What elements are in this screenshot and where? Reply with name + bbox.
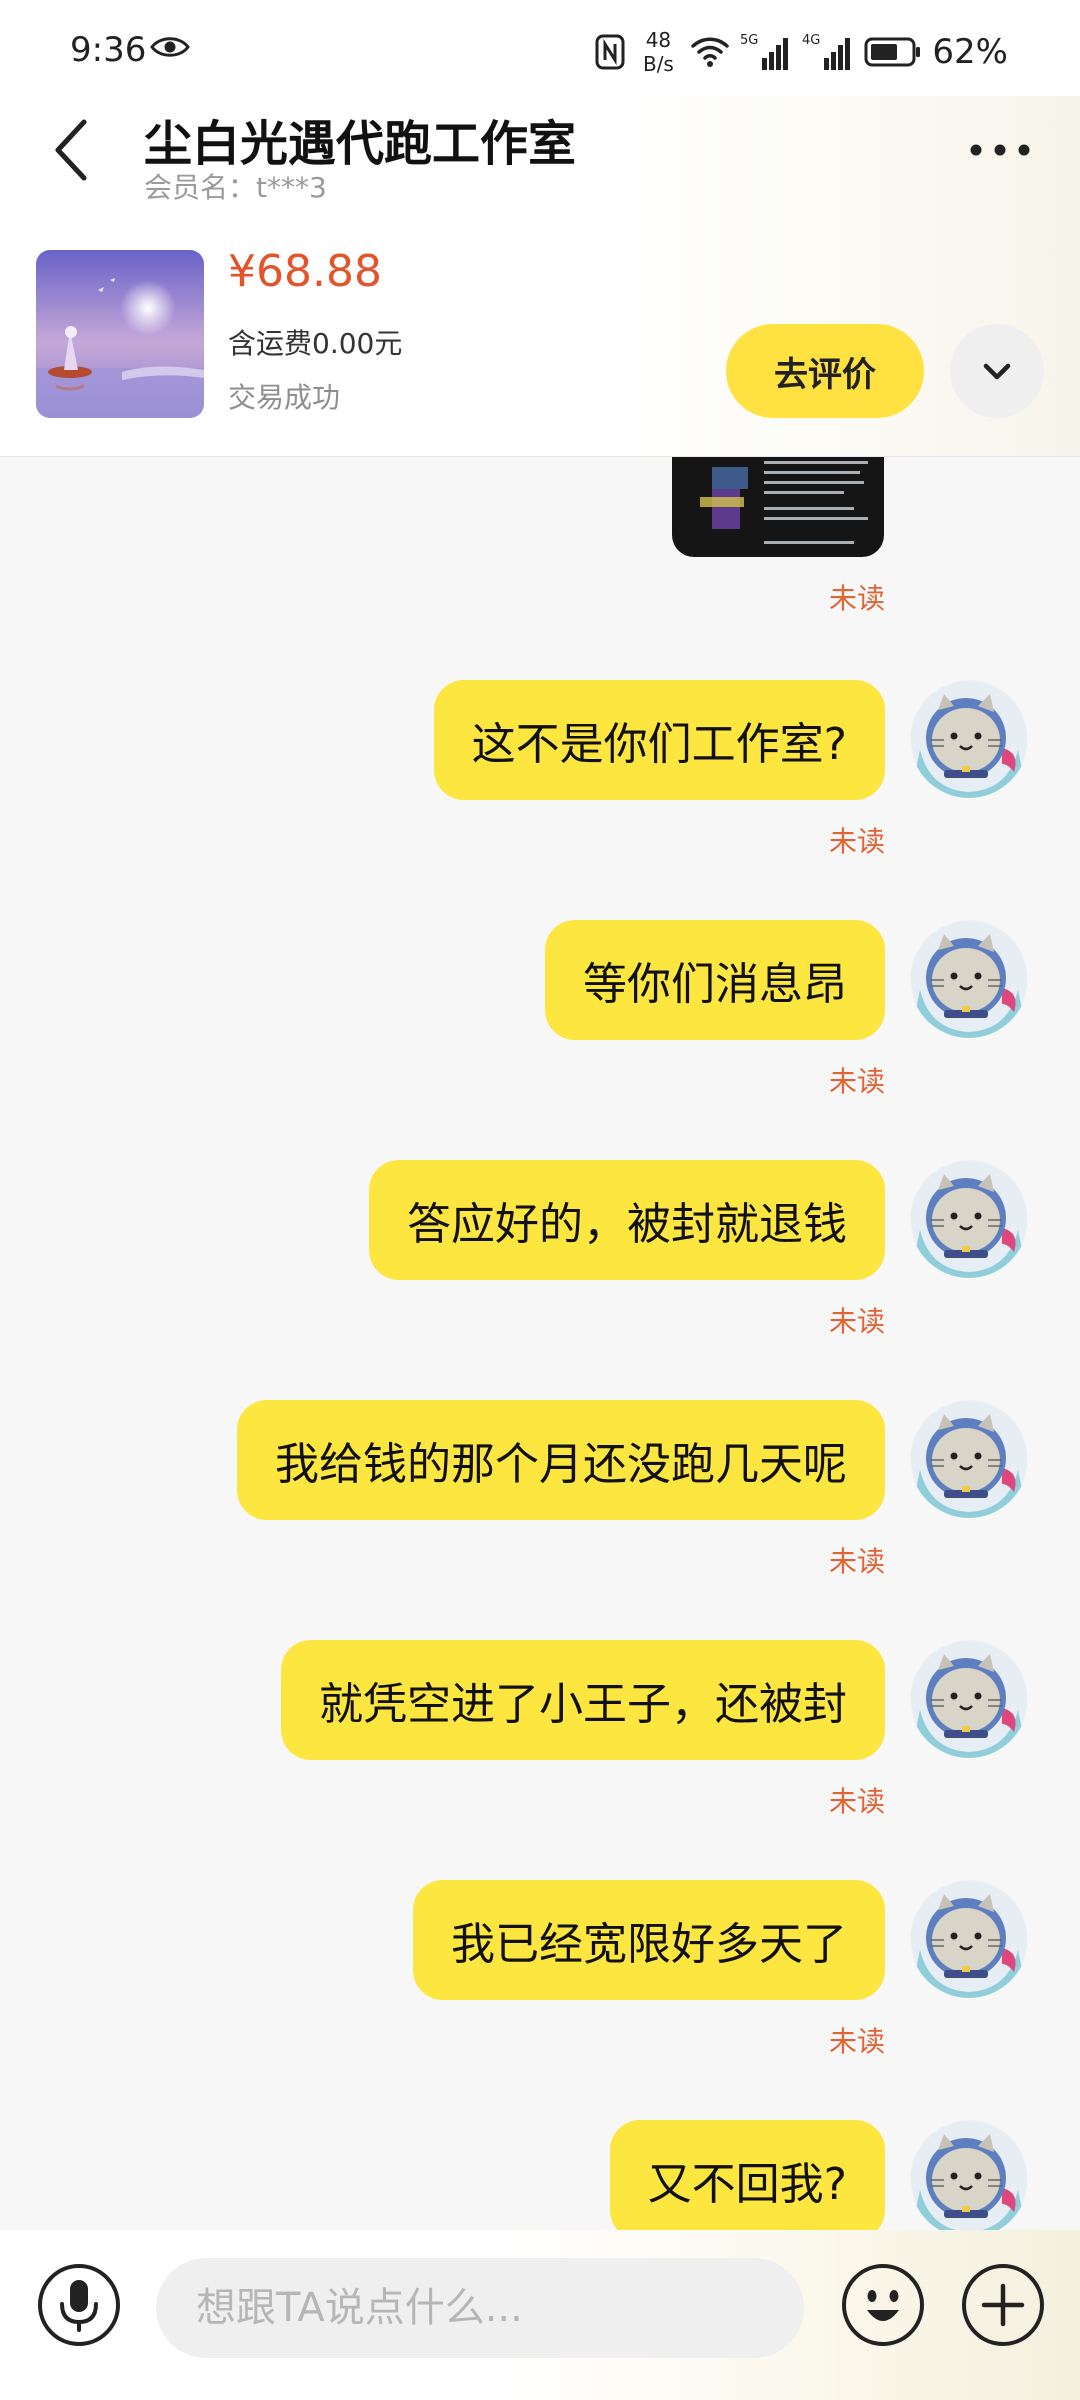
message-row: 这不是你们工作室? 未读 — [0, 680, 1080, 880]
battery-icon — [864, 37, 921, 67]
wifi-icon — [691, 37, 730, 67]
avatar[interactable] — [910, 1640, 1028, 1758]
member-name: 会员名：t***3 — [144, 171, 327, 204]
message-row: 等你们消息昂 未读 — [0, 920, 1080, 1120]
message-row: 我已经宽限好多天了 未读 — [0, 1880, 1080, 2080]
read-status: 未读 — [828, 1545, 885, 1578]
battery-percent: 62% — [932, 32, 1008, 72]
collapse-button[interactable] — [950, 324, 1044, 418]
message-bubble[interactable]: 等你们消息昂 — [545, 920, 885, 1040]
input-bar — [0, 2230, 1080, 2400]
message-bubble[interactable]: 答应好的，被封就退钱 — [369, 1160, 885, 1280]
status-right-group: 48 B/s 5G 4G 62% — [594, 24, 1008, 80]
microphone-icon[interactable] — [36, 2262, 122, 2348]
signal-1-label: 5G — [740, 33, 758, 48]
message-bubble[interactable]: 就凭空进了小王子，还被封 — [281, 1640, 885, 1760]
message-row: 答应好的，被封就退钱 未读 — [0, 1160, 1080, 1360]
signal-icon: 5G — [740, 33, 789, 70]
read-status: 未读 — [828, 825, 885, 858]
status-bar: 9:36 48 B/s 5G 4G 62% — [0, 0, 1080, 96]
shop-title: 尘白光遇代跑工作室 — [144, 116, 577, 172]
chat-header: 尘白光遇代跑工作室 会员名：t***3 ¥68.88 含运费0.00元 交易成功… — [0, 96, 1080, 457]
chevron-down-icon — [983, 363, 1011, 380]
signal-2-label: 4G — [802, 33, 820, 48]
back-arrow-icon[interactable] — [48, 116, 96, 184]
trade-status: 交易成功 — [228, 381, 341, 414]
avatar[interactable] — [910, 2120, 1028, 2230]
avatar[interactable] — [910, 1400, 1028, 1518]
net-speed-unit: B/s — [642, 52, 674, 76]
message-bubble[interactable]: 我给钱的那个月还没跑几天呢 — [237, 1400, 885, 1520]
message-row: 就凭空进了小王子，还被封 未读 — [0, 1640, 1080, 1840]
signal-icon: 4G — [802, 33, 851, 70]
read-status: 未读 — [828, 1785, 885, 1818]
read-status: 未读 — [828, 1065, 885, 1098]
nfc-icon — [595, 34, 625, 70]
avatar[interactable] — [910, 1160, 1028, 1278]
product-thumbnail[interactable] — [36, 250, 204, 418]
more-dots-icon[interactable] — [968, 138, 1032, 162]
emoji-icon[interactable] — [840, 2262, 926, 2348]
order-price: ¥68.88 — [228, 246, 382, 297]
message-row: 我给钱的那个月还没跑几天呢 未读 — [0, 1400, 1080, 1600]
avatar[interactable] — [910, 680, 1028, 798]
avatar[interactable] — [910, 1880, 1028, 1998]
status-time: 9:36 — [70, 30, 147, 70]
message-bubble[interactable]: 这不是你们工作室? — [433, 680, 885, 800]
message-row: 又不回我? — [0, 2120, 1080, 2230]
review-button[interactable]: 去评价 — [726, 324, 924, 418]
message-bubble[interactable]: 我已经宽限好多天了 — [413, 1880, 885, 2000]
chat-messages: 未读 这不是你们工作室? 未读 等你们消息昂 未读 答应好的，被封就退钱 未读 … — [0, 457, 1080, 2230]
avatar[interactable] — [910, 920, 1028, 1038]
read-status: 未读 — [828, 1305, 885, 1338]
read-status: 未读 — [828, 582, 885, 615]
plus-icon[interactable] — [960, 2262, 1046, 2348]
image-message[interactable] — [672, 457, 884, 557]
eye-icon — [150, 37, 190, 57]
message-bubble[interactable]: 又不回我? — [609, 2120, 885, 2230]
read-status: 未读 — [828, 2025, 885, 2058]
message-input[interactable] — [156, 2258, 804, 2358]
net-speed-value: 48 — [645, 28, 672, 52]
net-speed: 48 B/s — [636, 28, 680, 76]
shipping-fee: 含运费0.00元 — [228, 327, 403, 360]
